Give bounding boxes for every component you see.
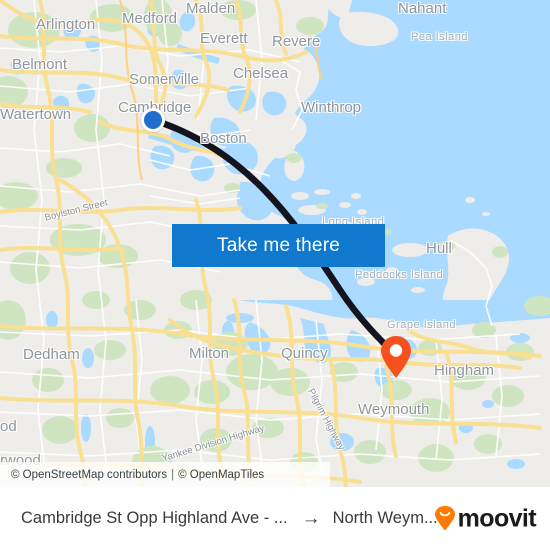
moovit-trip-screenshot: Arlington Medford Malden Everett Revere … — [0, 0, 550, 550]
arrow-right-icon: → — [301, 508, 321, 529]
take-me-there-button[interactable]: Take me there — [172, 224, 385, 267]
destination-stop-label: North Weym... — [332, 509, 438, 527]
attribution-openstreetmap[interactable]: © OpenStreetMap contributors — [11, 469, 167, 481]
map-pin-icon — [381, 336, 411, 378]
moovit-wordmark: moovit — [457, 504, 537, 532]
map-attribution: © OpenStreetMap contributors | © OpenMap… — [0, 462, 330, 487]
moovit-brand[interactable]: moovit — [434, 504, 537, 533]
trip-footer: Cambridge St Opp Highland Ave - ... → No… — [0, 487, 550, 550]
attribution-openmaptiles[interactable]: © OpenMapTiles — [178, 469, 264, 481]
moovit-pin-icon — [434, 505, 455, 531]
origin-marker[interactable] — [141, 108, 165, 132]
map-canvas[interactable]: Arlington Medford Malden Everett Revere … — [0, 0, 550, 487]
attribution-separator: | — [171, 468, 175, 481]
origin-stop-label: Cambridge St Opp Highland Ave - ... — [21, 509, 288, 527]
